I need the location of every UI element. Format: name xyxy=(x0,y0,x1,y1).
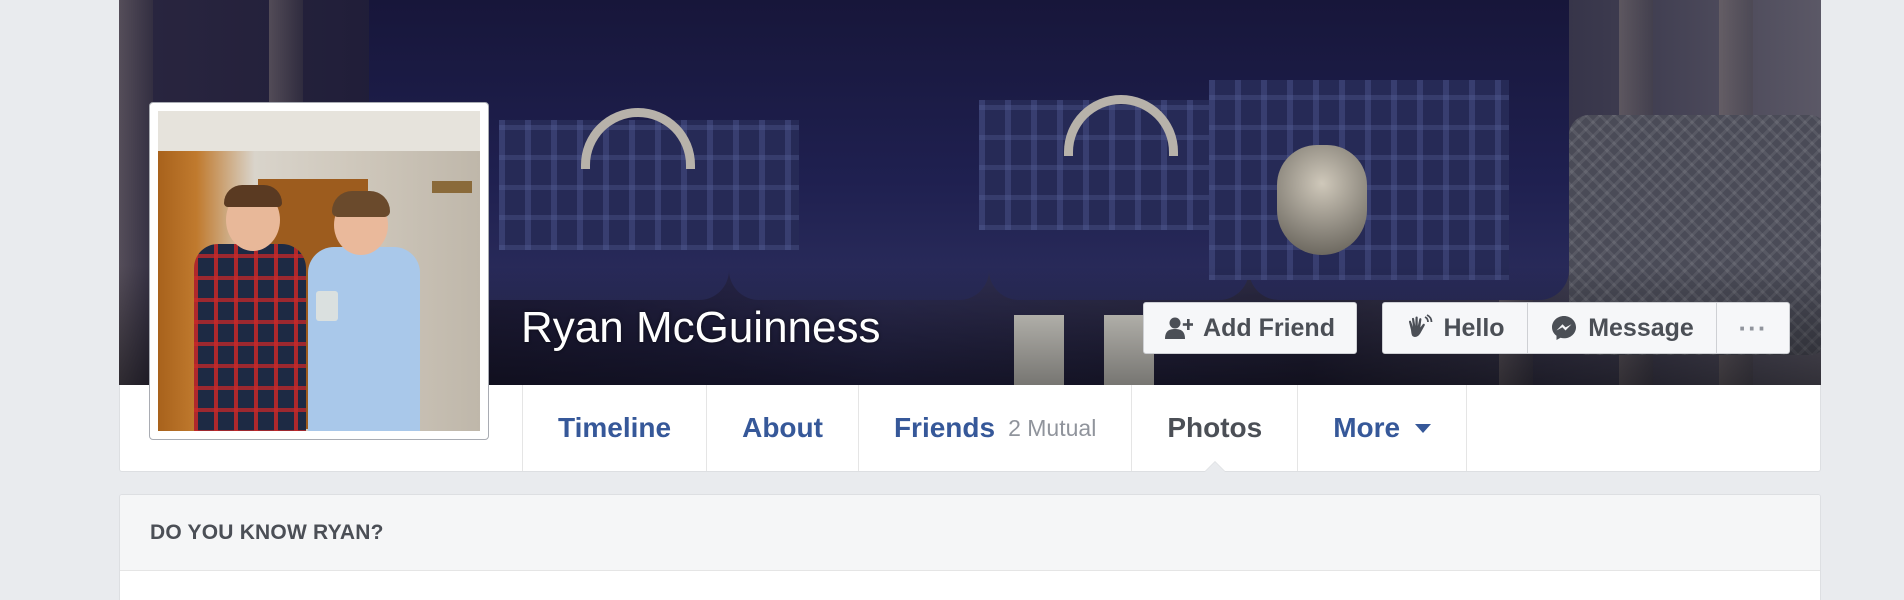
sporran xyxy=(1277,145,1367,255)
hello-button[interactable]: Hello xyxy=(1382,302,1528,354)
tab-label: Friends xyxy=(893,412,996,443)
photo-ceiling xyxy=(158,111,480,151)
blue-shirt xyxy=(308,247,420,431)
profile-page: Ryan McGuinness Add Friend Hello Message… xyxy=(0,0,1904,600)
add-friend-button[interactable]: Add Friend xyxy=(1143,302,1357,354)
plaid-shirt xyxy=(194,244,306,431)
message-button-group: Hello Message ··· xyxy=(1382,302,1790,354)
tab-label: More xyxy=(1333,412,1401,443)
tab-label: Timeline xyxy=(558,412,672,443)
mutual-friends-count: 2 Mutual xyxy=(1008,414,1097,441)
do-you-know-title: DO YOU KNOW RYAN? xyxy=(120,495,1820,571)
profile-photo xyxy=(158,111,480,431)
profile-picture[interactable] xyxy=(149,102,489,440)
more-dots-icon: ··· xyxy=(1738,312,1768,343)
message-button[interactable]: Message xyxy=(1528,302,1717,354)
caret-down-icon xyxy=(1415,423,1432,433)
do-you-know-card: DO YOU KNOW RYAN? xyxy=(119,494,1821,600)
tab-photos[interactable]: Photos xyxy=(1131,385,1297,472)
profile-tabs: Timeline About Friends 2 Mutual Photos M… xyxy=(522,385,1468,472)
tab-more[interactable]: More xyxy=(1297,385,1468,471)
photo-person xyxy=(308,191,420,431)
wave-icon xyxy=(1405,314,1433,342)
tab-timeline[interactable]: Timeline xyxy=(522,385,706,471)
photo-coat-hooks xyxy=(432,181,472,193)
profile-name[interactable]: Ryan McGuinness xyxy=(521,303,880,353)
more-options-button[interactable]: ··· xyxy=(1717,302,1790,354)
add-friend-label: Add Friend xyxy=(1203,313,1335,342)
add-friend-icon xyxy=(1165,316,1194,340)
tab-label: Photos xyxy=(1167,412,1263,443)
message-label: Message xyxy=(1588,313,1694,342)
photo-person xyxy=(194,185,306,431)
hello-label: Hello xyxy=(1443,313,1505,342)
tab-label: About xyxy=(742,412,823,443)
tab-friends[interactable]: Friends 2 Mutual xyxy=(857,385,1131,471)
photo-hair xyxy=(224,185,282,207)
active-tab-indicator xyxy=(1203,461,1226,472)
photo-glass xyxy=(316,291,338,321)
photo-hair xyxy=(332,191,390,217)
messenger-icon xyxy=(1550,314,1578,342)
tab-about[interactable]: About xyxy=(706,385,858,471)
